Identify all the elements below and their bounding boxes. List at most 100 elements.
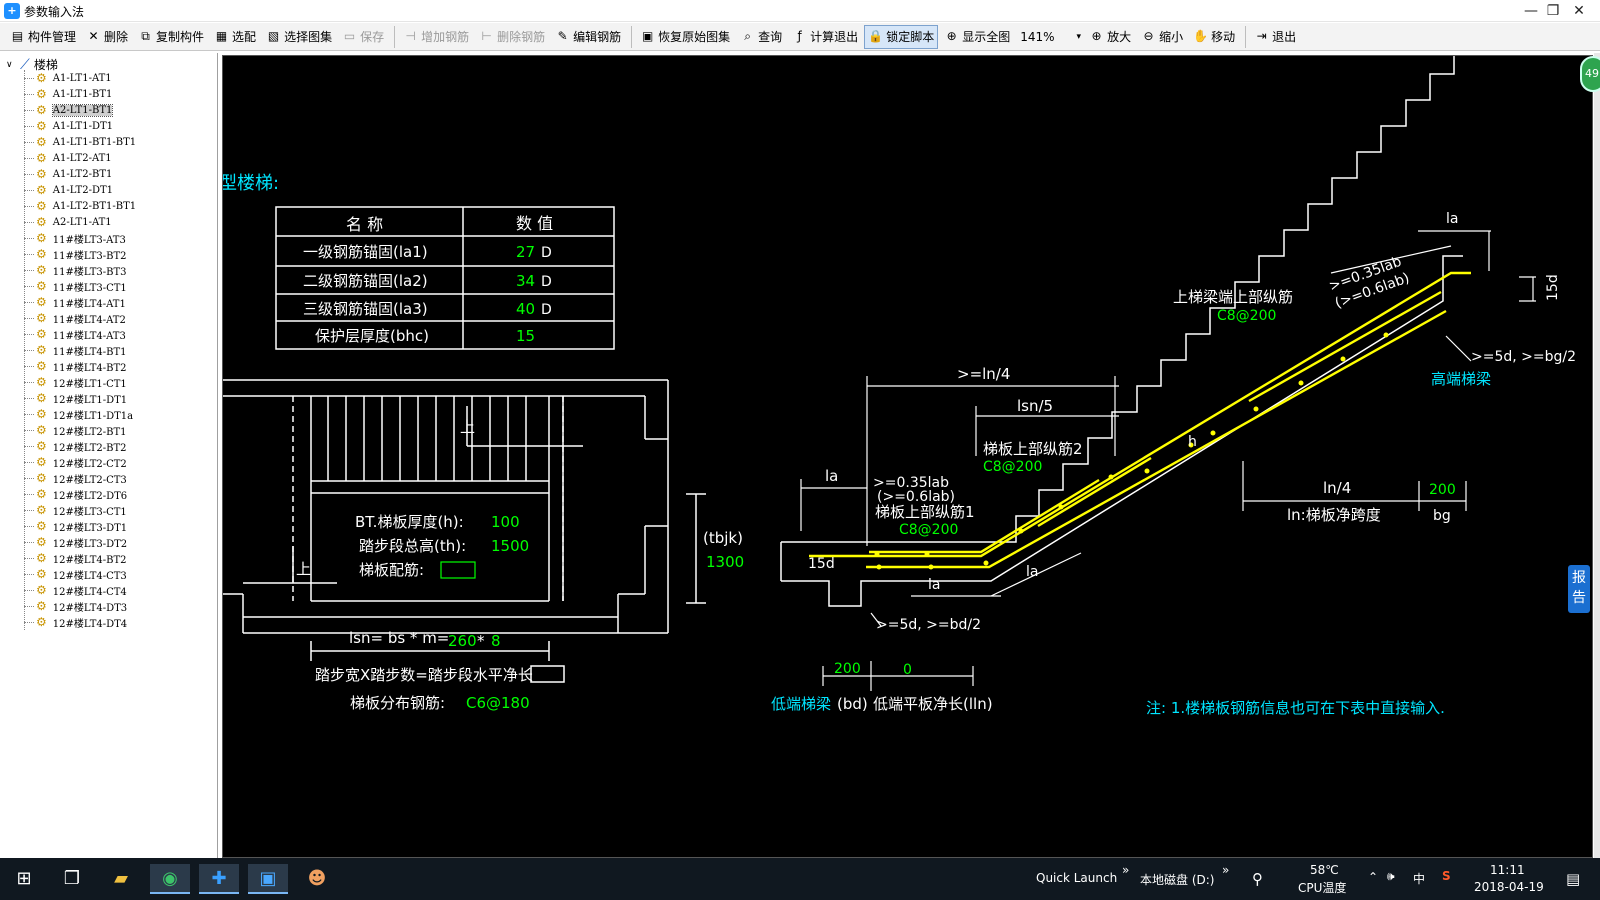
tree-item[interactable]: ⚙ 12#楼LT1-CT1: [23, 374, 136, 390]
tree-item[interactable]: ⚙ 11#楼LT4-BT2: [23, 358, 136, 374]
table-row-value[interactable]: 40: [516, 300, 535, 318]
notification-icon[interactable]: ▤: [1566, 870, 1580, 888]
edit-rebar-button[interactable]: ✎ 编辑钢筋: [551, 25, 625, 49]
table-row-unit: D: [541, 245, 552, 261]
delete-button[interactable]: ✕ 删除: [82, 25, 132, 49]
top-bar2-value[interactable]: C8@200: [983, 459, 1042, 475]
component-manage-button[interactable]: ▤ 构件管理: [6, 25, 80, 49]
quick-launch-chevron[interactable]: »: [1122, 863, 1129, 877]
windows-start-icon[interactable]: ⊞: [4, 864, 44, 894]
disk-chevron[interactable]: »: [1222, 863, 1229, 877]
lock-button[interactable]: 🔒 锁定脚本: [864, 24, 939, 49]
component-gear-icon: ⚙: [36, 423, 47, 437]
component-gear-icon: ⚙: [36, 311, 47, 325]
tree-item[interactable]: ⚙ 12#楼LT1-DT1a: [23, 406, 136, 422]
chevron-down-icon[interactable]: ▾: [1077, 32, 1082, 42]
clock-date[interactable]: 2018-04-19: [1474, 880, 1544, 894]
tree-item[interactable]: ⚙ 11#楼LT4-AT1: [23, 294, 136, 310]
distribution-value[interactable]: C6@180: [466, 694, 530, 712]
quick-launch-label[interactable]: Quick Launch: [1036, 871, 1117, 885]
lsn-bs-value[interactable]: 260: [448, 632, 477, 650]
height-label: 踏步段总高(th):: [359, 537, 466, 555]
tree-item[interactable]: ⚙ 12#楼LT4-CT4: [23, 582, 136, 598]
query-button[interactable]: ⌕ 查询: [736, 25, 786, 49]
ime-indicator[interactable]: 中: [1413, 870, 1425, 887]
save-icon: ▭: [343, 29, 356, 43]
zoom-in-button[interactable]: ⊕ 放大: [1085, 25, 1135, 49]
choose-atlas-button[interactable]: ▧ 选择图集: [262, 25, 336, 49]
tree-item[interactable]: ⚙ A1-LT1-AT1: [23, 70, 136, 86]
file-explorer-icon[interactable]: ▰: [101, 864, 141, 894]
right-scrollbar[interactable]: [1594, 53, 1600, 858]
tree-item[interactable]: ⚙ 12#楼LT3-DT1: [23, 518, 136, 534]
thickness-value[interactable]: 100: [491, 513, 520, 531]
people-app-icon[interactable]: ☻: [297, 864, 337, 894]
tree-item[interactable]: ⚙ A2-LT1-AT1: [23, 214, 136, 230]
tree-item[interactable]: ⚙ 12#楼LT2-CT3: [23, 470, 136, 486]
drawing-canvas[interactable]: 型楼梯: 名 称 数 值 一级钢筋锚固(la1) 27 D 二级钢筋锚固(la2) 34…: [222, 55, 1593, 858]
lln-value[interactable]: 0: [903, 662, 912, 678]
close-button[interactable]: ✕: [1556, 0, 1600, 22]
tree-item[interactable]: ⚙ 11#楼LT4-BT1: [23, 342, 136, 358]
tree-item[interactable]: ⚙ A2-LT1-BT1: [23, 102, 136, 118]
tree-item[interactable]: ⚙ 12#楼LT4-CT3: [23, 566, 136, 582]
tree-item[interactable]: ⚙ 11#楼LT4-AT3: [23, 326, 136, 342]
tree-item[interactable]: ⚙ 11#楼LT3-BT3: [23, 262, 136, 278]
tree-item[interactable]: ⚙ A1-LT2-BT1: [23, 166, 136, 182]
rebar-input[interactable]: [440, 561, 476, 579]
report-tab[interactable]: 报告: [1568, 565, 1590, 613]
tree-item[interactable]: ⚙ 12#楼LT2-CT2: [23, 454, 136, 470]
tree-item[interactable]: ⚙ A1-LT2-DT1: [23, 182, 136, 198]
tree-item[interactable]: ⚙ 11#楼LT3-CT1: [23, 278, 136, 294]
exit-button[interactable]: ⇥ 退出: [1250, 25, 1300, 49]
volume-icon[interactable]: 🕪: [1387, 869, 1395, 884]
tree-item[interactable]: ⚙ 12#楼LT4-BT2: [23, 550, 136, 566]
tree-item[interactable]: ⚙ 12#楼LT4-DT4: [23, 614, 136, 630]
tree-item[interactable]: ⚙ A1-LT1-BT1: [23, 86, 136, 102]
disk-label[interactable]: 本地磁盘 (D:): [1140, 871, 1214, 888]
tree-item[interactable]: ⚙ 12#楼LT2-DT6: [23, 486, 136, 502]
tree-item[interactable]: ⚙ A1-LT2-BT1-BT1: [23, 198, 136, 214]
table-row-value[interactable]: 34: [516, 272, 535, 290]
clock-time[interactable]: 11:11: [1490, 863, 1525, 877]
tree-item[interactable]: ⚙ A1-LT1-DT1: [23, 118, 136, 134]
restore-atlas-button[interactable]: ▣ 恢复原始图集: [636, 25, 734, 49]
tree-item[interactable]: ⚙ 12#楼LT2-BT1: [23, 422, 136, 438]
upper-beam-bar-value[interactable]: C8@200: [1217, 308, 1276, 324]
pan-hand-button[interactable]: ✋ 移动: [1189, 25, 1239, 49]
people-tray-icon[interactable]: ⚲: [1252, 870, 1263, 888]
top-bar1-value[interactable]: C8@200: [899, 522, 958, 538]
tree-item[interactable]: ⚙ A1-LT1-BT1-BT1: [23, 134, 136, 150]
tree-item[interactable]: ⚙ 11#楼LT3-AT3: [23, 230, 136, 246]
fit-view-button[interactable]: ⊕ 显示全图: [940, 25, 1014, 49]
tree-item[interactable]: ⚙ 12#楼LT4-DT3: [23, 598, 136, 614]
tbjk-value[interactable]: 1300: [706, 553, 744, 571]
height-value[interactable]: 1500: [491, 537, 529, 555]
tree-item[interactable]: ⚙ 12#楼LT3-CT1: [23, 502, 136, 518]
collapse-icon[interactable]: ∨: [6, 60, 16, 70]
table-row-value[interactable]: 15: [516, 327, 535, 345]
tree-item[interactable]: ⚙ 11#楼LT4-AT2: [23, 310, 136, 326]
tree-item[interactable]: ⚙ 12#楼LT3-DT2: [23, 534, 136, 550]
tree-item[interactable]: ⚙ A1-LT2-AT1: [23, 150, 136, 166]
tree-item[interactable]: ⚙ 12#楼LT1-DT1: [23, 390, 136, 406]
calc-exit-button[interactable]: ƒ 计算退出: [788, 25, 862, 49]
bd-value[interactable]: 200: [834, 661, 861, 677]
drawing-app-icon[interactable]: ▣: [248, 864, 288, 894]
copy-button[interactable]: ⧉ 复制构件: [134, 25, 208, 49]
zoom-select[interactable]: 141% ▾: [1020, 30, 1081, 44]
bg-value[interactable]: 200: [1429, 482, 1456, 498]
status-badge[interactable]: 49: [1580, 56, 1600, 92]
sogou-icon[interactable]: S: [1442, 869, 1451, 883]
table-row-value[interactable]: 27: [516, 243, 535, 261]
main-toolbar: ▤ 构件管理 ✕ 删除 ⧉ 复制构件 ▦ 选配 ▧ 选择图集 ▭ 保存 ⊣ 增加钢筋 ⊢ 删除钢筋 ✎ 编辑钢筋 ▣…: [0, 23, 1600, 51]
green-app-icon[interactable]: ◉: [150, 864, 190, 894]
blue-plus-app-icon[interactable]: ✚: [199, 864, 239, 894]
select-match-button[interactable]: ▦ 选配: [210, 25, 260, 49]
task-view-icon[interactable]: ❐: [52, 864, 92, 894]
tray-chevron-icon[interactable]: ⌃: [1368, 870, 1378, 884]
lsn-m-value[interactable]: 8: [491, 632, 501, 650]
zoom-out-button[interactable]: ⊖ 缩小: [1137, 25, 1187, 49]
tree-item[interactable]: ⚙ 11#楼LT3-BT2: [23, 246, 136, 262]
tree-item[interactable]: ⚙ 12#楼LT2-BT2: [23, 438, 136, 454]
